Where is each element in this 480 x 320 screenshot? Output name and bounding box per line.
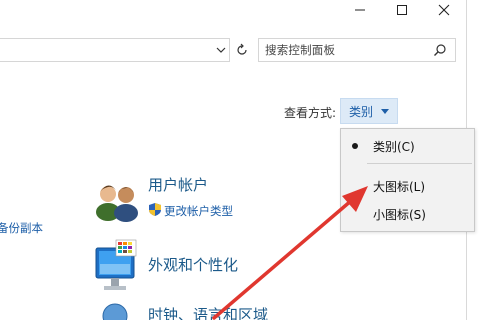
menu-item-small-icons[interactable]: 小图标(S) (341, 201, 474, 227)
appearance-icon[interactable] (94, 238, 140, 302)
close-icon (438, 4, 450, 16)
change-account-type-link[interactable]: 更改帐户类型 (164, 203, 233, 219)
menu-item-label: 类别(C) (373, 139, 415, 154)
address-history-button[interactable] (214, 44, 228, 56)
backup-link[interactable]: 备份副本 (0, 220, 43, 236)
menu-item-large-icons[interactable]: 大图标(L) (341, 173, 474, 199)
maximize-button[interactable] (382, 0, 422, 20)
selected-bullet-icon (352, 143, 358, 149)
maximize-icon (397, 5, 407, 15)
clock-icon[interactable] (100, 300, 130, 320)
clock-language-region-link[interactable]: 时钟、语言和区域 (148, 304, 268, 320)
appearance-personalization-link[interactable]: 外观和个性化 (148, 254, 238, 275)
refresh-icon (237, 43, 247, 55)
shield-icon (149, 203, 161, 216)
menu-item-label: 小图标(S) (373, 207, 426, 222)
menu-item-category[interactable]: 类别(C) (341, 133, 474, 159)
refresh-button[interactable] (232, 40, 252, 60)
users-icon[interactable] (94, 176, 140, 226)
close-button[interactable] (424, 0, 464, 20)
view-by-dropdown[interactable]: 类别 (340, 98, 398, 124)
minimize-button[interactable] (340, 0, 380, 20)
search-icon[interactable] (433, 43, 447, 57)
view-by-value: 类别 (349, 104, 374, 119)
address-bar[interactable] (0, 38, 230, 62)
view-by-label: 查看方式: (284, 106, 337, 120)
menu-separator (367, 163, 472, 164)
user-accounts-link[interactable]: 用户帐户 (148, 174, 208, 195)
chevron-down-icon (216, 47, 226, 53)
view-by-menu: 类别(C) 大图标(L) 小图标(S) (340, 128, 475, 232)
search-input[interactable]: 搜索控制面板 (265, 42, 335, 58)
caret-down-icon (381, 109, 389, 114)
minimize-icon (355, 9, 365, 11)
search-box[interactable]: 搜索控制面板 (258, 38, 456, 62)
menu-item-label: 大图标(L) (373, 179, 426, 194)
